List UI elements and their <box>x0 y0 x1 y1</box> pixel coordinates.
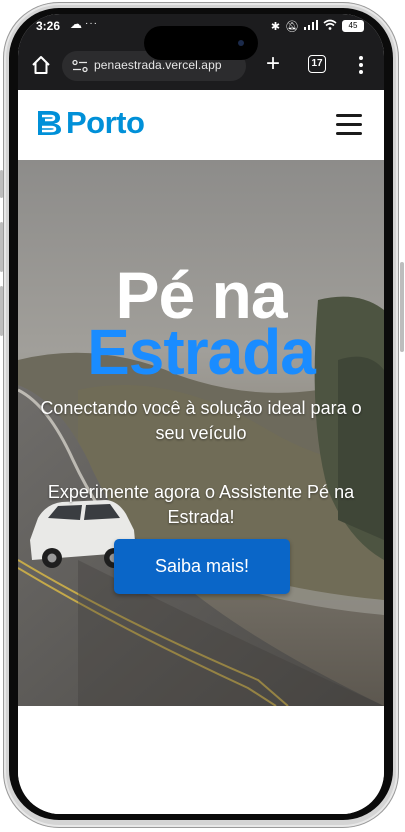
dynamic-island <box>144 26 258 60</box>
phone-screen: 3:26 ☁ ··· ✱ 🔕︎ 45 penaestrada.vercel.ap… <box>18 14 384 814</box>
hero-subtitle: Conectando você à solução ideal para o s… <box>40 398 362 443</box>
home-icon[interactable] <box>30 54 52 76</box>
mute-bell-icon: 🔕︎ <box>285 20 299 33</box>
phone-side-button <box>0 170 3 198</box>
status-icons: ✱ 🔕︎ 45 <box>271 19 364 33</box>
phone-volume-down-button <box>0 286 3 336</box>
tab-switcher-button[interactable]: 17 <box>308 55 326 73</box>
battery-icon: 45 <box>342 20 364 32</box>
camera-dot <box>238 40 244 46</box>
status-time: 3:26 <box>36 19 61 33</box>
phone-volume-up-button <box>0 222 3 272</box>
site-settings-icon[interactable] <box>72 59 88 73</box>
wifi-icon <box>323 19 337 33</box>
hero-cta-text: Experimente agora o Assistente Pé na Est… <box>47 482 355 527</box>
status-more-dots: ··· <box>85 18 98 29</box>
hero-section: Pé na Estrada Conectando você à solução … <box>18 160 384 706</box>
hero-title-line2: Estrada <box>87 316 316 388</box>
porto-logo-icon <box>38 111 61 135</box>
bluetooth-icon: ✱ <box>270 20 281 33</box>
page-content-below-hero <box>18 706 384 814</box>
porto-logo[interactable]: Porto <box>36 105 145 140</box>
new-tab-button[interactable]: + <box>260 52 286 78</box>
browser-menu-button[interactable] <box>354 52 368 78</box>
saiba-mais-button[interactable]: Saiba mais! <box>114 539 290 594</box>
cloud-icon: ☁ <box>70 17 82 31</box>
url-text: penaestrada.vercel.app <box>94 58 222 72</box>
hamburger-menu-icon[interactable] <box>336 114 364 136</box>
site-header: Porto <box>18 90 384 160</box>
phone-power-button <box>400 262 404 352</box>
signal-icon <box>304 19 318 33</box>
porto-logo-text: Porto <box>66 105 145 140</box>
